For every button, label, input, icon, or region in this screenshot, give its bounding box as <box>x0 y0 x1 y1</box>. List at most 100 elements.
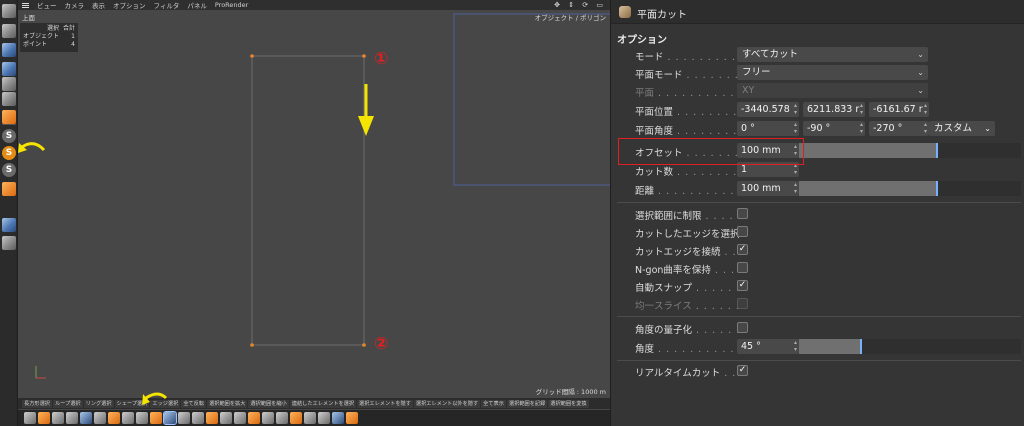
realtime-cut-checkbox[interactable]: ✓ <box>737 365 748 376</box>
keep-ngon-curvature-checkbox[interactable] <box>737 262 748 273</box>
point-mode-icon[interactable] <box>2 62 16 76</box>
center-tool-icon[interactable] <box>304 412 316 424</box>
snap-enabled-icon[interactable]: S <box>2 146 16 160</box>
iron-tool-icon[interactable] <box>276 412 288 424</box>
bridge-tool-icon[interactable] <box>52 412 64 424</box>
viewport-nav-icons[interactable]: ✥ ⇕ ⟳ ▭ <box>554 1 606 9</box>
spinner-icon[interactable]: ▴ ▾ <box>860 102 863 116</box>
lock-icon[interactable] <box>2 236 16 250</box>
plane-position-x-field[interactable]: -3440.578 ▴ ▾ <box>737 102 799 117</box>
cmd-store-selection[interactable]: 選択範囲を記録 <box>506 399 548 408</box>
knife-tool-icon[interactable] <box>38 412 50 424</box>
limit-to-selection-checkbox[interactable] <box>737 208 748 219</box>
cmd-invert[interactable]: 全て反転 <box>181 399 207 408</box>
spinner-icon[interactable]: ▴ ▾ <box>794 121 797 135</box>
cmd-loop-select[interactable]: ループ選択 <box>52 399 83 408</box>
menu-display[interactable]: 表示 <box>92 0 105 10</box>
melt-tool-icon[interactable] <box>136 412 148 424</box>
menu-icon[interactable] <box>22 2 29 8</box>
cmd-shape-select[interactable]: シェープ選択 <box>114 399 150 408</box>
slide-tool-icon[interactable] <box>192 412 204 424</box>
workplane-icon[interactable] <box>2 182 16 196</box>
plane-mode-select[interactable]: フリー ⌄ <box>737 65 928 80</box>
vertex-point[interactable] <box>250 343 254 347</box>
xyz-coordinates-icon[interactable] <box>332 412 344 424</box>
plane-angle-p-value: -90 ° <box>807 123 831 134</box>
quantize-checkbox[interactable] <box>737 322 748 333</box>
cmd-hide-unselected[interactable]: 選択エレメント以外を隠す <box>413 399 481 408</box>
plane-angle-h-field[interactable]: 0 ° ▴ ▾ <box>737 121 799 136</box>
cmd-edge-select[interactable]: エッジ選択 <box>150 399 181 408</box>
extrude-tool-icon[interactable] <box>66 412 78 424</box>
cmd-grow-selection[interactable]: 選択範囲を拡大 <box>207 399 248 408</box>
spinner-icon[interactable]: ▴ ▾ <box>924 102 927 116</box>
slider-knob[interactable] <box>935 143 938 158</box>
inner-extrude-icon[interactable] <box>94 412 106 424</box>
arrange-tool-icon[interactable] <box>290 412 302 424</box>
move-tool-icon[interactable] <box>24 412 36 424</box>
spinner-icon[interactable]: ▴ ▾ <box>924 121 927 135</box>
spinner-icon[interactable]: ▴ ▾ <box>794 102 797 116</box>
axis-icon[interactable] <box>2 110 16 124</box>
menu-view[interactable]: ビュー <box>37 0 57 10</box>
cmd-unhide-all[interactable]: 全て表示 <box>481 399 506 408</box>
vertex-point[interactable] <box>362 343 366 347</box>
viewport-canvas[interactable] <box>18 10 610 384</box>
snap-settings-icon[interactable]: S <box>2 163 16 177</box>
plane-position-z-field[interactable]: -6161.67 r ▴ ▾ <box>869 102 929 117</box>
plane-angle-p-field[interactable]: -90 ° ▴ ▾ <box>803 121 865 136</box>
menu-filter[interactable]: フィルタ <box>154 0 180 10</box>
view-icon[interactable] <box>2 4 16 18</box>
plane-angle-b-field[interactable]: -270 ° ▴ ▾ <box>869 121 929 136</box>
model-mode-icon[interactable] <box>2 24 16 38</box>
offset-slider[interactable] <box>799 143 1021 158</box>
polygon-mode-icon[interactable] <box>2 92 16 106</box>
plane-cut-icon[interactable] <box>163 411 177 425</box>
plane-mode-value: フリー <box>742 67 771 78</box>
auto-snap-checkbox[interactable]: ✓ <box>737 280 748 291</box>
angle-field[interactable]: 45 ° ▴ ▾ <box>737 339 799 354</box>
menu-prorender[interactable]: ProRender <box>215 1 248 9</box>
cmd-convert-selection[interactable]: 選択範囲を変換 <box>548 399 589 408</box>
select-cut-edges-checkbox[interactable] <box>737 226 748 237</box>
line-cut-icon[interactable] <box>150 412 162 424</box>
spinner-icon[interactable]: ▴ ▾ <box>860 121 863 135</box>
weld-tool-icon[interactable] <box>108 412 120 424</box>
cmd-rect-select[interactable]: 長方形選択 <box>22 399 52 408</box>
angle-mode-select[interactable]: カスタム ⌄ <box>929 121 995 136</box>
axis-center-icon[interactable] <box>318 412 330 424</box>
slider-knob[interactable] <box>860 339 863 354</box>
connect-cut-edges-checkbox[interactable]: ✓ <box>737 244 748 255</box>
plane-position-y-field[interactable]: 6211.833 r ▴ ▾ <box>803 102 865 117</box>
mirror-tool-icon[interactable] <box>234 412 246 424</box>
grid-icon[interactable] <box>2 218 16 232</box>
spinner-icon[interactable]: ▴ ▾ <box>794 339 797 353</box>
cmd-hide-selected[interactable]: 選択エレメントを隠す <box>357 399 413 408</box>
polygon-pen-icon[interactable] <box>220 412 232 424</box>
brush-tool-icon[interactable] <box>346 412 358 424</box>
edge-mode-icon[interactable] <box>2 77 16 91</box>
angle-slider[interactable] <box>799 339 1021 354</box>
magnet-tool-icon[interactable] <box>248 412 260 424</box>
slider-knob[interactable] <box>935 181 938 196</box>
texture-mode-icon[interactable] <box>2 43 16 57</box>
stitch-tool-icon[interactable] <box>206 412 218 424</box>
smooth-tool-icon[interactable] <box>262 412 274 424</box>
loop-cut-icon[interactable] <box>178 412 190 424</box>
cmd-shrink-selection[interactable]: 選択範囲を縮小 <box>248 399 289 408</box>
menu-options[interactable]: オプション <box>113 0 146 10</box>
dissolve-tool-icon[interactable] <box>122 412 134 424</box>
menu-camera[interactable]: カメラ <box>65 0 85 10</box>
vertex-point[interactable] <box>250 54 254 58</box>
bevel-tool-icon[interactable] <box>80 412 92 424</box>
distance-field[interactable]: 100 mm ▴ ▾ <box>737 181 799 196</box>
spinner-icon[interactable]: ▴ ▾ <box>794 181 797 195</box>
menu-panel[interactable]: パネル <box>187 0 207 10</box>
cmd-select-connected[interactable]: 連結したエレメントを選択 <box>289 399 357 408</box>
mode-select[interactable]: すべてカット ⌄ <box>737 47 928 62</box>
distance-slider[interactable] <box>799 181 1021 196</box>
chevron-down-icon: ⌄ <box>917 50 924 59</box>
snap-icon[interactable]: S <box>2 129 16 143</box>
vertex-point[interactable] <box>362 54 366 58</box>
cmd-ring-select[interactable]: リング選択 <box>83 399 114 408</box>
